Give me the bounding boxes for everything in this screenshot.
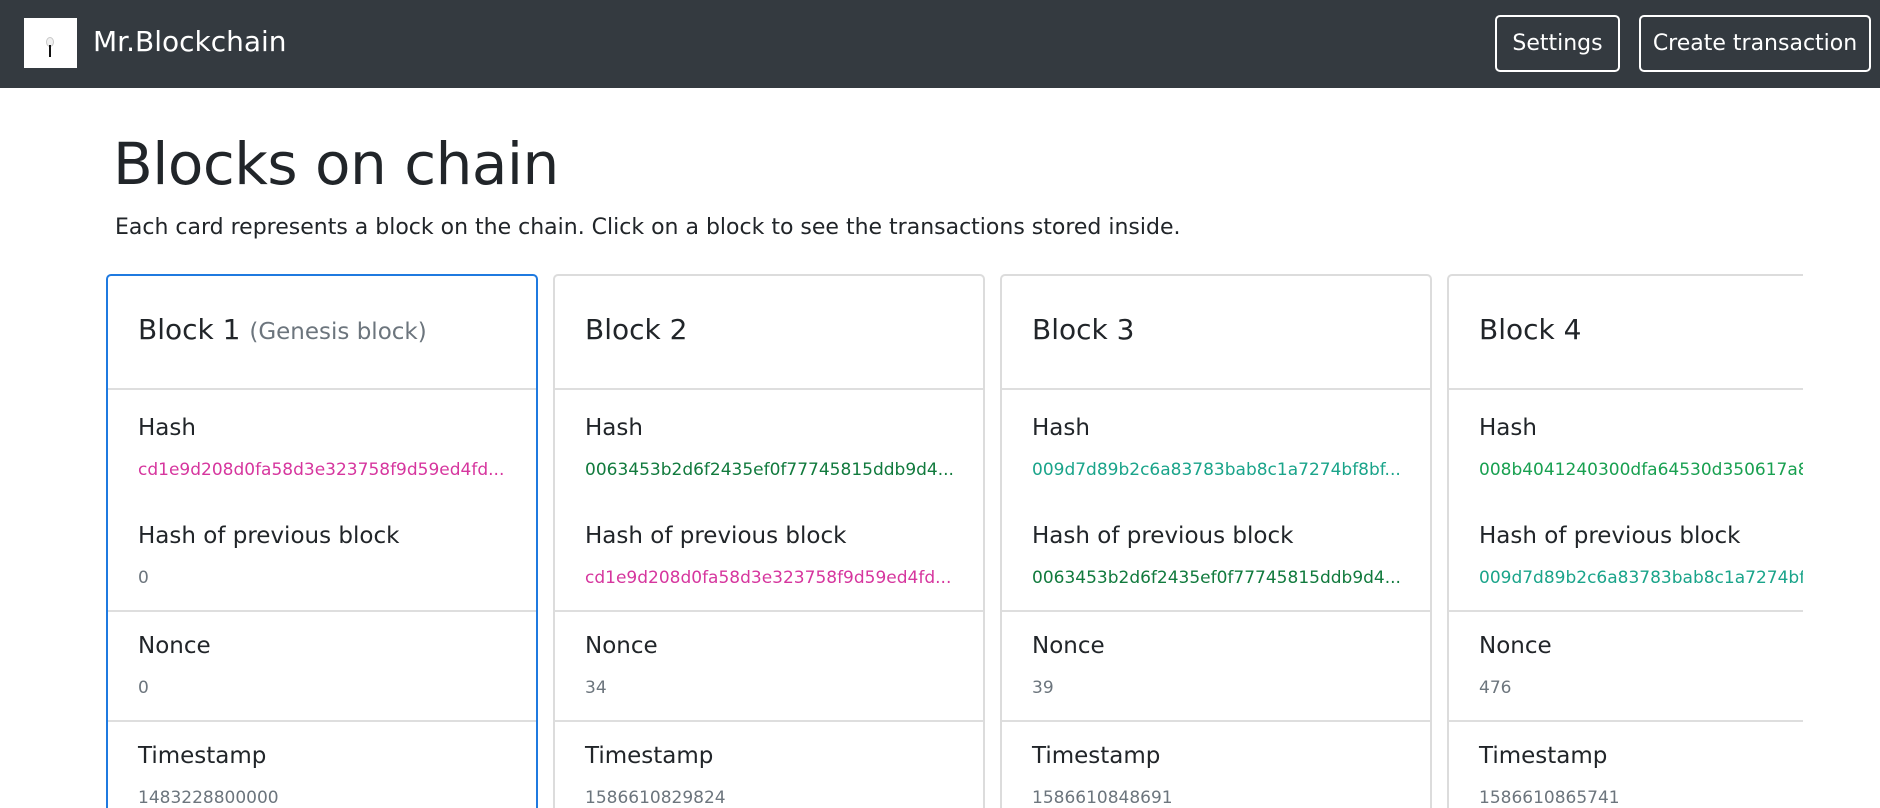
page-title: Blocks on chain — [113, 130, 559, 198]
hash-label: Hash — [1032, 415, 1090, 441]
block-title: Block 1 (Genesis block) — [138, 310, 427, 352]
nonce-value: 476 — [1479, 678, 1512, 698]
timestamp-label: Timestamp — [585, 743, 714, 769]
prev-hash-value: 009d7d89b2c6a83783bab8c1a7274bf8 — [1479, 568, 1803, 588]
nonce-label: Nonce — [138, 633, 211, 659]
prev-hash-label: Hash of previous block — [1032, 523, 1294, 549]
divider — [108, 720, 536, 722]
block-title: Block 4 — [1479, 310, 1581, 350]
divider — [1002, 610, 1430, 612]
divider — [1002, 720, 1430, 722]
block-card[interactable]: Block 3 Hash 009d7d89b2c6a83783bab8c1a72… — [1000, 274, 1432, 808]
block-card[interactable]: Block 4 Hash 008b4041240300dfa64530d3506… — [1447, 274, 1803, 808]
settings-button[interactable]: Settings — [1495, 15, 1620, 72]
timestamp-value: 1586610848691 — [1032, 788, 1173, 808]
block-title-text: Block 1 — [138, 313, 241, 346]
block-subtitle: (Genesis block) — [249, 319, 427, 345]
divider — [555, 720, 983, 722]
brand-name[interactable]: Mr.Blockchain — [93, 22, 287, 62]
divider — [108, 610, 536, 612]
card-header: Block 4 — [1449, 276, 1803, 390]
nonce-value: 34 — [585, 678, 607, 698]
hash-value: cd1e9d208d0fa58d3e323758f9d59ed4fd... — [138, 460, 505, 480]
page-description: Each card represents a block on the chai… — [115, 215, 1181, 240]
hash-label: Hash — [1479, 415, 1537, 441]
divider — [1449, 610, 1803, 612]
nonce-label: Nonce — [585, 633, 658, 659]
timestamp-label: Timestamp — [138, 743, 267, 769]
nonce-label: Nonce — [1479, 633, 1552, 659]
block-title: Block 3 — [1032, 310, 1134, 350]
prev-hash-value: 0063453b2d6f2435ef0f77745815ddb9d4... — [1032, 568, 1401, 588]
block-title-text: Block 4 — [1479, 313, 1582, 346]
prev-hash-value: cd1e9d208d0fa58d3e323758f9d59ed4fd... — [585, 568, 952, 588]
timestamp-label: Timestamp — [1479, 743, 1608, 769]
prev-hash-label: Hash of previous block — [1479, 523, 1741, 549]
timestamp-value: 1586610865741 — [1479, 788, 1620, 808]
block-cards-row: Block 1 (Genesis block) Hash cd1e9d208d0… — [100, 272, 1803, 808]
prev-hash-label: Hash of previous block — [585, 523, 847, 549]
logo[interactable] — [24, 18, 77, 68]
timestamp-value: 1586610829824 — [585, 788, 726, 808]
card-header: Block 1 (Genesis block) — [108, 276, 536, 390]
top-navbar: Mr.Blockchain Settings Create transactio… — [0, 0, 1880, 88]
prev-hash-label: Hash of previous block — [138, 523, 400, 549]
block-title: Block 2 — [585, 310, 687, 350]
hash-value: 008b4041240300dfa64530d350617a8e — [1479, 460, 1803, 480]
divider — [1449, 720, 1803, 722]
prev-hash-value: 0 — [138, 568, 149, 588]
nonce-value: 39 — [1032, 678, 1054, 698]
nonce-label: Nonce — [1032, 633, 1105, 659]
key-icon-shaft — [49, 45, 51, 57]
divider — [555, 610, 983, 612]
card-header: Block 2 — [555, 276, 983, 390]
block-card[interactable]: Block 2 Hash 0063453b2d6f2435ef0f7774581… — [553, 274, 985, 808]
timestamp-label: Timestamp — [1032, 743, 1161, 769]
hash-label: Hash — [138, 415, 196, 441]
hash-value: 009d7d89b2c6a83783bab8c1a7274bf8bf... — [1032, 460, 1401, 480]
hash-value: 0063453b2d6f2435ef0f77745815ddb9d4... — [585, 460, 954, 480]
block-title-text: Block 2 — [585, 313, 688, 346]
hash-label: Hash — [585, 415, 643, 441]
block-title-text: Block 3 — [1032, 313, 1135, 346]
create-transaction-button[interactable]: Create transaction — [1639, 15, 1871, 72]
nonce-value: 0 — [138, 678, 149, 698]
block-card[interactable]: Block 1 (Genesis block) Hash cd1e9d208d0… — [106, 274, 538, 808]
card-header: Block 3 — [1002, 276, 1430, 390]
timestamp-value: 1483228800000 — [138, 788, 279, 808]
